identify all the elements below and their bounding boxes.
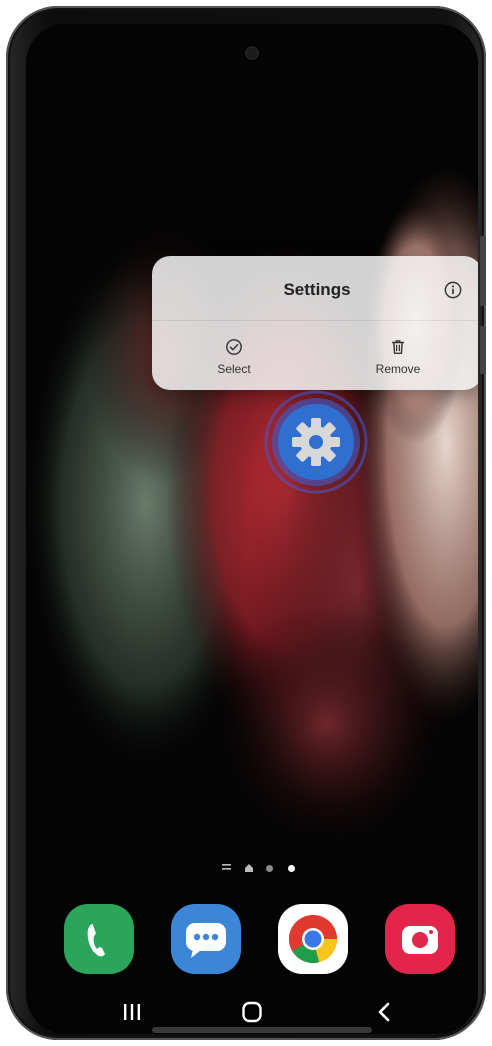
context-menu-title: Settings (283, 280, 351, 299)
messages-app[interactable] (171, 904, 241, 974)
front-camera (245, 46, 259, 60)
phone-app[interactable] (64, 904, 134, 974)
page-dot (266, 865, 273, 872)
app-context-menu: Settings Select Remove (152, 256, 478, 390)
bottom-frame-edge (152, 1027, 372, 1033)
settings-app-icon[interactable] (264, 390, 368, 494)
home-screen: Settings Select Remove (26, 24, 478, 1034)
back-icon[interactable] (364, 997, 404, 1027)
wallpaper (26, 24, 478, 1034)
info-icon[interactable] (444, 281, 462, 299)
remove-label: Remove (375, 362, 421, 376)
page-indicator[interactable] (222, 862, 322, 874)
phone-icon (87, 924, 105, 957)
menu-divider (152, 320, 478, 321)
chrome-app[interactable] (278, 904, 348, 974)
chat-bubble-icon (186, 923, 226, 958)
volume-button (480, 236, 486, 306)
context-menu-header: Settings (152, 256, 478, 320)
remove-button[interactable]: Remove (348, 332, 448, 382)
wallpaper-art (26, 24, 478, 1034)
camera-icon (402, 926, 438, 954)
menu-lines-icon (222, 864, 231, 870)
camera-app[interactable] (385, 904, 455, 974)
page-dot-active (288, 865, 295, 872)
select-button[interactable]: Select (184, 332, 284, 382)
chrome-icon (288, 915, 337, 964)
recents-icon[interactable] (112, 997, 152, 1027)
home-icon[interactable] (232, 997, 272, 1027)
check-circle-icon (226, 339, 242, 355)
phone-frame: Settings Select Remove (6, 6, 486, 1040)
home-page-icon (245, 864, 253, 872)
select-label: Select (217, 362, 251, 376)
gear-icon (292, 418, 340, 466)
power-button (480, 326, 486, 374)
trash-icon (391, 340, 405, 355)
